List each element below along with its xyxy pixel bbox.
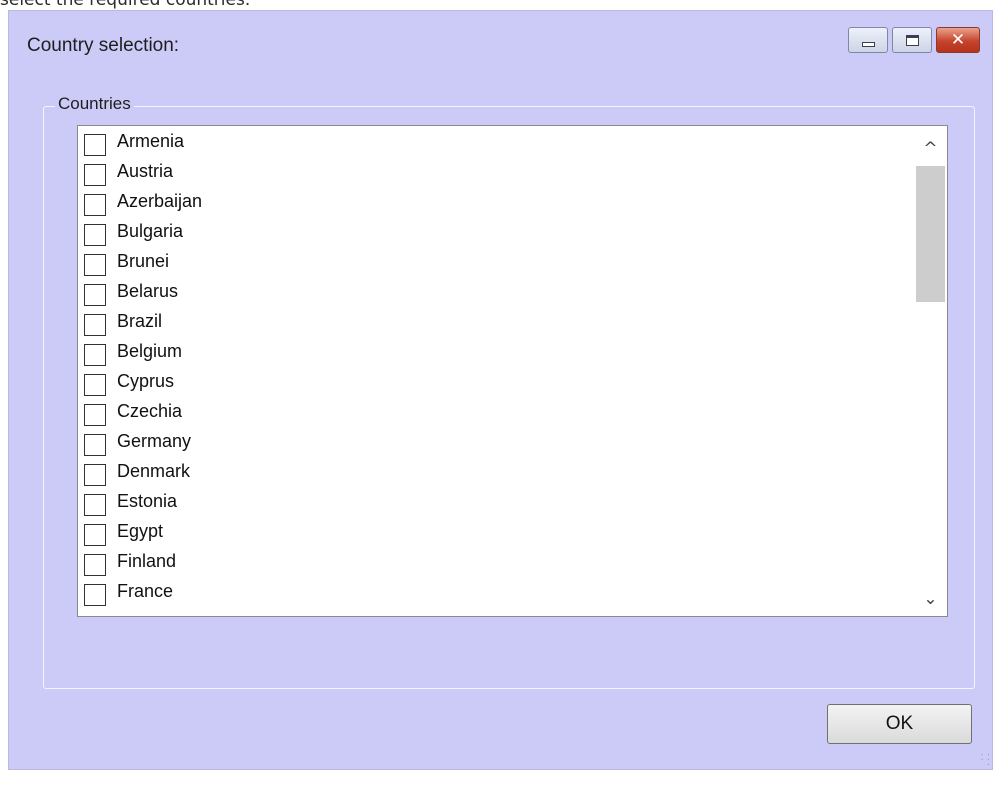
country-checkbox[interactable] <box>84 314 106 336</box>
country-label: Estonia <box>117 491 178 511</box>
country-label: Finland <box>117 551 177 571</box>
country-selection-window: Country selection: ✕ Countries Armenia Au… <box>8 10 993 770</box>
ok-button[interactable]: OK <box>827 704 972 744</box>
window-title: Country selection: <box>27 35 180 56</box>
country-list-items: Armenia Austria Azerbaijan Bulgaria Brunei Be… <box>78 126 908 606</box>
country-item[interactable]: Brunei <box>78 246 908 276</box>
country-checkbox[interactable] <box>84 194 106 216</box>
countries-group-label: Countries <box>55 94 134 114</box>
country-checkbox[interactable] <box>84 284 106 306</box>
country-checkbox[interactable] <box>84 404 106 426</box>
maximize-icon <box>906 35 919 46</box>
scroll-down-button[interactable]: ⌄ <box>914 582 947 616</box>
country-label: Cyprus <box>117 371 175 391</box>
maximize-button[interactable] <box>892 27 932 53</box>
caption-buttons: ✕ <box>848 27 980 53</box>
country-item[interactable]: Denmark <box>78 456 908 486</box>
country-checkbox[interactable] <box>84 374 106 396</box>
country-item[interactable]: Germany <box>78 426 908 456</box>
country-checkbox[interactable] <box>84 494 106 516</box>
country-checkbox[interactable] <box>84 584 106 606</box>
country-checkbox[interactable] <box>84 434 106 456</box>
country-label: Bulgaria <box>117 221 184 241</box>
country-label: Belarus <box>117 281 179 301</box>
country-item[interactable]: Czechia <box>78 396 908 426</box>
country-checkbox[interactable] <box>84 254 106 276</box>
scroll-up-button[interactable]: ^ <box>914 132 947 166</box>
country-label: Brazil <box>117 311 163 331</box>
close-button[interactable]: ✕ <box>936 27 980 53</box>
country-label: Egypt <box>117 521 164 541</box>
minimize-icon <box>862 42 875 47</box>
country-item[interactable]: Bulgaria <box>78 216 908 246</box>
country-label: Czechia <box>117 401 183 421</box>
country-checkbox[interactable] <box>84 134 106 156</box>
instruction-caption: select the required countries. <box>0 0 251 10</box>
country-checkbox[interactable] <box>84 524 106 546</box>
country-item[interactable]: Armenia <box>78 126 908 156</box>
country-label: Azerbaijan <box>117 191 203 211</box>
country-item[interactable]: Egypt <box>78 516 908 546</box>
close-icon: ✕ <box>950 30 966 50</box>
country-label: Germany <box>117 431 192 451</box>
country-checkbox[interactable] <box>84 224 106 246</box>
country-checkbox[interactable] <box>84 344 106 366</box>
country-item[interactable]: Azerbaijan <box>78 186 908 216</box>
scroll-thumb[interactable] <box>916 166 945 302</box>
country-item[interactable]: Estonia <box>78 486 908 516</box>
country-item[interactable]: Belarus <box>78 276 908 306</box>
country-item[interactable]: Finland <box>78 546 908 576</box>
country-checkbox[interactable] <box>84 464 106 486</box>
country-item[interactable]: Austria <box>78 156 908 186</box>
country-checkbox[interactable] <box>84 554 106 576</box>
country-item[interactable]: Cyprus <box>78 366 908 396</box>
country-label: Brunei <box>117 251 170 271</box>
country-label: Denmark <box>117 461 191 481</box>
country-item[interactable]: France <box>78 576 908 606</box>
country-label: Armenia <box>117 131 185 151</box>
resize-grip-icon[interactable]: · · · · · <box>976 753 990 767</box>
countries-checklist[interactable]: Armenia Austria Azerbaijan Bulgaria Brunei Be… <box>77 125 948 617</box>
country-label: Austria <box>117 161 174 181</box>
title-bar[interactable]: Country selection: ✕ <box>9 11 992 56</box>
minimize-button[interactable] <box>848 27 888 53</box>
vertical-scrollbar[interactable]: ^ ⌄ <box>914 126 947 616</box>
country-item[interactable]: Belgium <box>78 336 908 366</box>
country-item[interactable]: Brazil <box>78 306 908 336</box>
country-label: Belgium <box>117 341 183 361</box>
country-label: France <box>117 581 174 601</box>
country-checkbox[interactable] <box>84 164 106 186</box>
